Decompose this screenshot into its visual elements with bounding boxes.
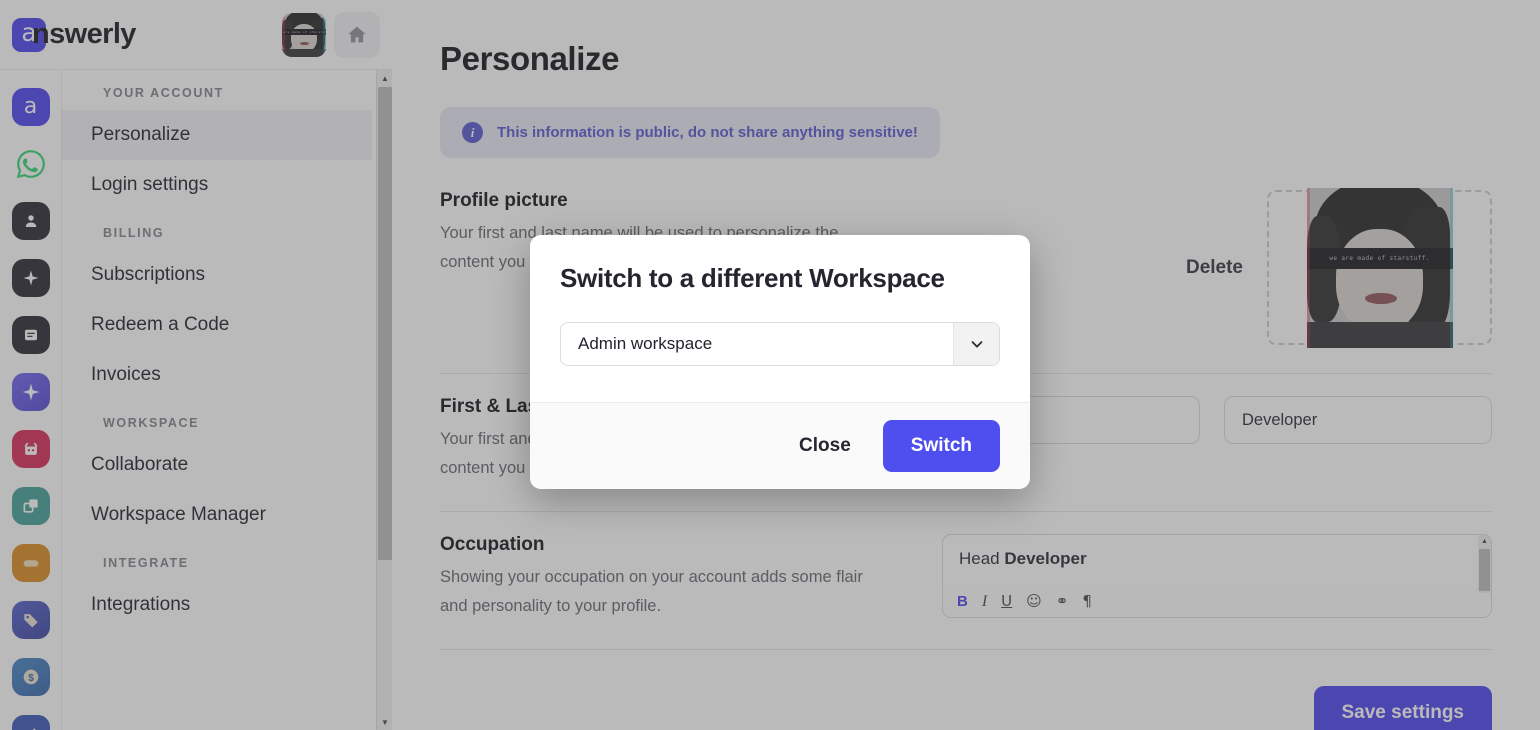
chevron-down-icon[interactable] xyxy=(953,323,999,365)
close-button[interactable]: Close xyxy=(781,423,869,469)
switch-workspace-modal: Switch to a different Workspace Admin wo… xyxy=(530,235,1030,489)
app-root: a nswerly we are made of starstuff. xyxy=(0,0,1540,730)
workspace-select[interactable]: Admin workspace xyxy=(560,322,1000,366)
modal-body: Switch to a different Workspace Admin wo… xyxy=(530,235,1030,402)
chevron-down-glyph xyxy=(971,341,982,348)
modal-footer: Close Switch xyxy=(530,402,1030,489)
modal-title: Switch to a different Workspace xyxy=(560,263,945,293)
workspace-select-value: Admin workspace xyxy=(578,334,713,353)
switch-button[interactable]: Switch xyxy=(882,420,1000,472)
